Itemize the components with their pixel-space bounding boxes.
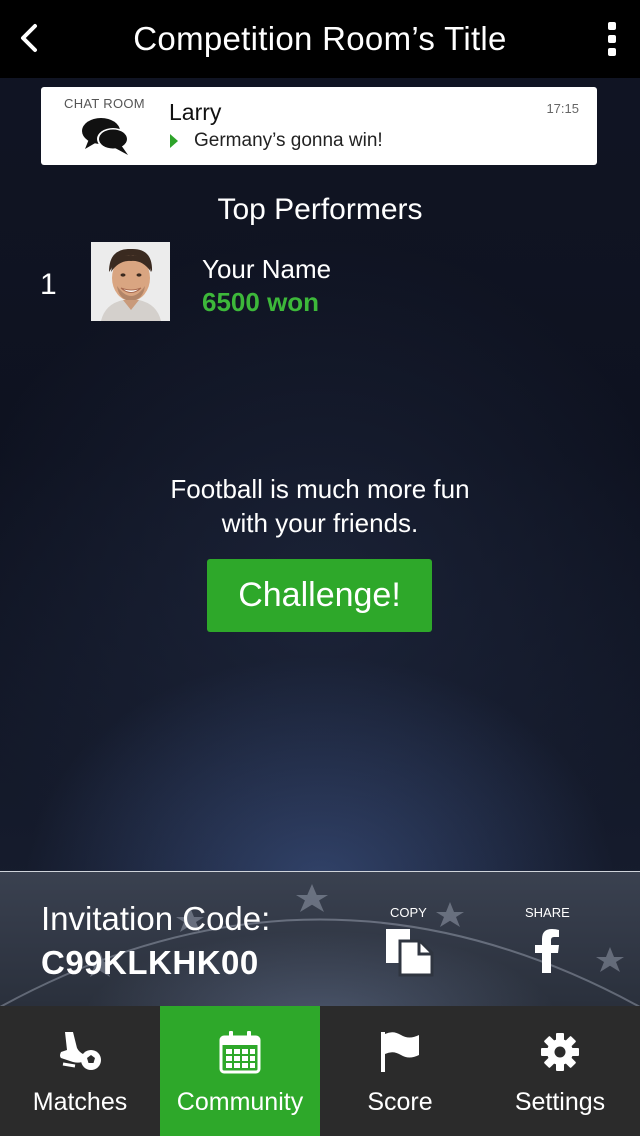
gear-icon: [541, 1033, 579, 1071]
chat-message: Germany’s gonna win!: [194, 130, 383, 151]
chat-room-label: CHAT ROOM: [64, 96, 145, 111]
tab-community-label: Community: [176, 1088, 304, 1116]
tab-community[interactable]: Community: [160, 1006, 320, 1136]
copy-icon[interactable]: [384, 927, 434, 977]
chevron-left-icon: [21, 24, 37, 52]
tab-matches-label: Matches: [32, 1088, 128, 1116]
chat-bubbles-icon: [82, 118, 129, 155]
performer-score: 6500 won: [202, 287, 320, 317]
promo-line-1: Football is much more fun: [170, 474, 470, 504]
more-menu-button[interactable]: [604, 22, 620, 56]
invitation-label: Invitation Code:: [41, 900, 271, 937]
top-performers-title: Top Performers: [217, 193, 423, 226]
chat-sender: Larry: [169, 99, 222, 125]
bottom-tab-bar: Matches Community Score Settings: [0, 1006, 640, 1136]
top-bar: Competition Room’s Title: [0, 0, 640, 78]
facebook-icon[interactable]: [534, 929, 560, 973]
profile-photo: [91, 242, 170, 321]
tab-score[interactable]: Score: [320, 1006, 480, 1136]
share-label: SHARE: [525, 905, 570, 920]
flag-icon: [381, 1032, 419, 1072]
invitation-code: C99KLKHK00: [41, 944, 259, 981]
chat-room-card[interactable]: CHAT ROOM Larry 17:15 Germany’s gonna wi…: [41, 87, 597, 165]
performer-name: Your Name: [202, 254, 332, 284]
invitation-panel: Invitation Code: C99KLKHK00 COPY SHARE: [0, 871, 640, 1006]
copy-label: COPY: [390, 905, 427, 920]
performer-rank: 1: [40, 268, 57, 301]
play-arrow-icon: [170, 134, 178, 148]
back-button[interactable]: [14, 18, 44, 58]
tab-settings-label: Settings: [514, 1088, 606, 1116]
chat-time: 17:15: [546, 101, 579, 116]
challenge-button[interactable]: Challenge!: [207, 559, 432, 632]
football-boot-icon: [60, 1032, 101, 1070]
tab-matches[interactable]: Matches: [0, 1006, 160, 1136]
avatar[interactable]: [91, 242, 170, 321]
page-title: Competition Room’s Title: [133, 20, 507, 57]
promo-text: Football is much more fun with your frie…: [120, 472, 520, 540]
more-vertical-icon: [608, 22, 616, 30]
tab-settings[interactable]: Settings: [480, 1006, 640, 1136]
calendar-icon: [219, 1031, 261, 1074]
tab-score-label: Score: [367, 1088, 433, 1116]
promo-line-2: with your friends.: [221, 508, 419, 538]
